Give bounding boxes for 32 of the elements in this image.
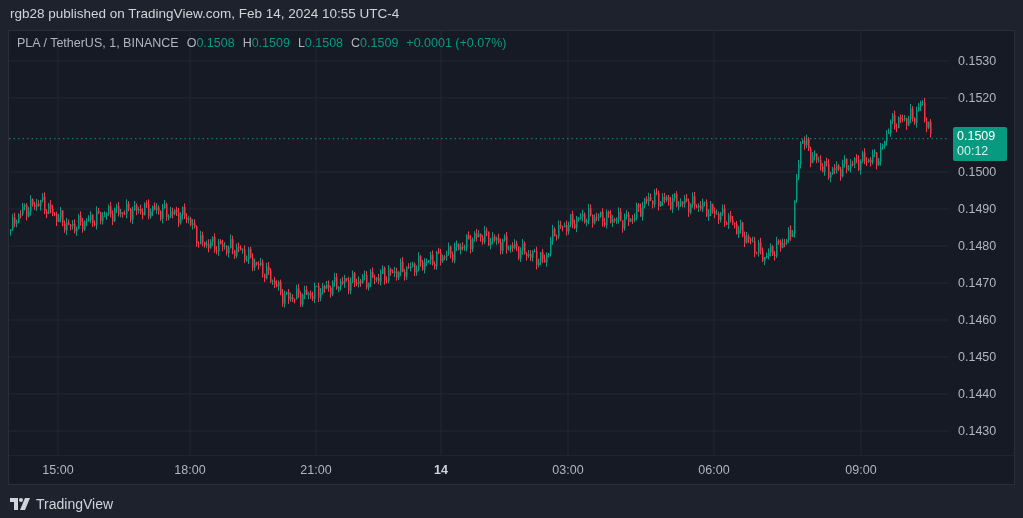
last-price: 0.1509 [957,129,997,144]
logo-icon [10,498,30,510]
brand-name: TradingView [36,496,114,512]
price-tick: 0.1490 [958,202,997,216]
price-tick: 0.1470 [958,276,997,290]
price-tick: 0.1430 [958,424,997,438]
time-tick: 06:00 [698,463,730,477]
price-tick: 0.1460 [958,313,997,327]
time-tick: 18:00 [174,463,206,477]
time-tick: 21:00 [300,463,332,477]
symbol-label: PLA / TetherUS, 1, BINANCE [17,36,179,50]
time-tick: 15:00 [42,463,74,477]
ohlc-label: L [297,36,305,50]
time-tick: 09:00 [845,463,877,477]
price-tick: 0.1450 [958,350,997,364]
ohlc-value: 0.1509 [360,36,399,50]
bar-countdown: 00:12 [957,144,990,159]
price-tick: 0.1440 [958,387,997,401]
price-change: +0.0001 (+0.07%) [406,36,507,50]
ohlc-value: 0.1508 [304,36,344,50]
time-tick: 03:00 [552,463,584,477]
price-tick: 0.1500 [958,165,997,179]
time-tick: 14 [434,463,448,477]
ohlc-label: C [351,36,361,50]
ohlc-value: 0.1508 [196,36,235,50]
price-tick: 0.1520 [958,91,997,105]
ohlc-label: H [242,36,252,50]
publish-info: rgb28 published on TradingView.com, Feb 14, 2024 10:55 UTC-4 [9,5,401,23]
price-tick: 0.1480 [958,239,997,253]
price-tick: 0.1530 [958,54,997,68]
ohlc-label: O [186,36,197,50]
ohlc-value: 0.1509 [251,36,290,50]
